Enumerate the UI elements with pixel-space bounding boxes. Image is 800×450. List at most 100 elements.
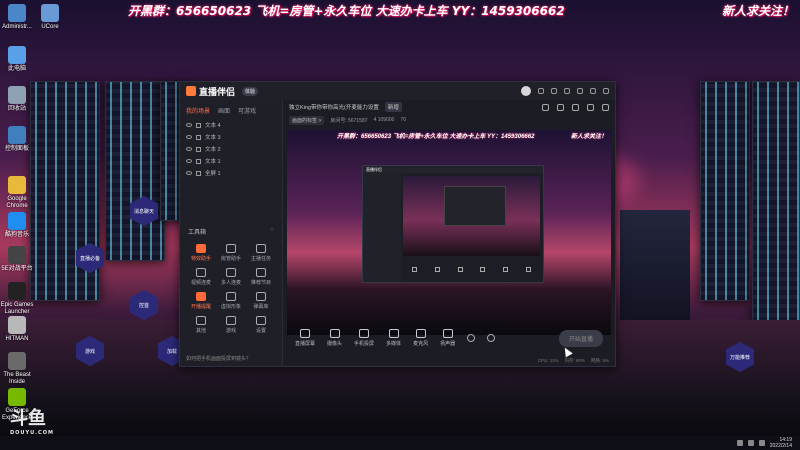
desktop-icon[interactable]: HITMAN xyxy=(0,316,34,343)
version-badge: 体验 xyxy=(242,86,259,96)
room-tag[interactable]: 新增 xyxy=(384,102,402,112)
tab-my-scenes[interactable]: 我的场景 xyxy=(186,106,210,115)
desktop-icon[interactable]: 酷狗音乐 xyxy=(0,212,34,239)
tool-item[interactable]: 多人连麦 xyxy=(216,268,246,286)
settings-icon[interactable] xyxy=(487,334,496,342)
scene-tabs: 我的场景 画面 可游戏 xyxy=(180,100,282,119)
user-avatar[interactable] xyxy=(521,86,531,96)
main-panel: 独立King带你带你高光(开麦能力设置 新增 画面的标签 > 房间号: 5671… xyxy=(283,100,615,366)
app-icon xyxy=(8,246,26,264)
text-icon xyxy=(196,122,201,128)
tool-item[interactable]: 特效助手 xyxy=(186,244,216,262)
source-item[interactable]: 文本 2 xyxy=(180,143,282,155)
viewer-count: 4 109000 xyxy=(373,117,395,123)
tool-item[interactable]: 开播提醒 xyxy=(186,292,216,310)
app-icon xyxy=(8,282,26,300)
text-icon xyxy=(196,146,201,152)
source-item[interactable]: 文本 4 xyxy=(180,119,282,131)
message-icon[interactable] xyxy=(538,88,544,94)
tool-icon xyxy=(196,316,206,325)
maximize-icon[interactable] xyxy=(590,88,596,94)
tool-item[interactable]: 房管助手 xyxy=(216,244,246,262)
tool-icon xyxy=(226,292,236,301)
record-icon[interactable] xyxy=(467,334,476,342)
eye-icon[interactable] xyxy=(186,147,192,151)
notification-icon[interactable] xyxy=(758,440,765,446)
close-icon[interactable] xyxy=(603,88,609,94)
tool-icon xyxy=(256,244,266,253)
taskbar-clock[interactable]: 14:19 2022/2/14 xyxy=(770,437,792,449)
tool-label: 其他 xyxy=(195,328,206,334)
side-footer-hint[interactable]: 如何把手机画面投屏到镜头？ xyxy=(186,355,251,362)
douyu-watermark: 斗鱼 DOUYU.COM xyxy=(10,408,54,436)
tool-label: 推荐节目 xyxy=(250,280,271,286)
network-icon[interactable] xyxy=(736,440,743,446)
desktop-icon[interactable]: 5E对战平台 xyxy=(0,246,34,273)
preview-banner: 开黑群：656650623 飞机=房管+永久车位 大速办卡上车 YY：14593… xyxy=(337,134,607,140)
category-label[interactable]: 画面的标签 > xyxy=(289,115,325,125)
desktop-icon-label: 此电脑 xyxy=(7,66,26,72)
memory-status: 内存: 50% xyxy=(564,358,585,363)
tool-item[interactable]: 其他 xyxy=(186,316,216,334)
tool-item[interactable]: 设置 xyxy=(246,316,276,334)
microphone-button[interactable]: 麦克风 xyxy=(413,329,428,347)
room-title[interactable]: 独立King带你带你高光(开麦能力设置 xyxy=(289,103,379,111)
eye-icon[interactable] xyxy=(186,159,192,163)
share-icon[interactable] xyxy=(572,103,579,111)
desktop-icon[interactable]: Epic Games Launcher xyxy=(0,282,34,316)
tool-item[interactable]: 视频连麦 xyxy=(186,268,216,286)
tab-game[interactable]: 可游戏 xyxy=(238,106,256,115)
speaker-button[interactable]: 扬声器 xyxy=(440,329,455,347)
desktop-icon-label: 回收站 xyxy=(7,106,26,112)
app-icon xyxy=(8,352,26,370)
chat-icon[interactable] xyxy=(557,103,564,111)
source-item[interactable]: 全屏 1 xyxy=(180,167,282,179)
eye-icon[interactable] xyxy=(186,123,192,127)
screen-capture-button[interactable]: 直播屏幕 xyxy=(295,329,315,347)
go-live-button[interactable]: 开始直播 xyxy=(558,329,603,347)
app-title: 直播伴侣 xyxy=(199,86,236,97)
tool-item[interactable]: 游戏 xyxy=(216,316,246,334)
desktop-icon[interactable]: 控制面板 xyxy=(0,126,34,153)
source-item[interactable]: 文本 3 xyxy=(180,131,282,143)
minimize-icon[interactable] xyxy=(577,88,583,94)
desktop-icon[interactable]: 此电脑 xyxy=(0,46,34,73)
room-title-bar: 独立King带你带你高光(开麦能力设置 新增 xyxy=(283,100,615,114)
status-bar: CPU: 11% 内存: 50% 网络: 5% xyxy=(283,358,615,366)
desktop-icon[interactable]: The Beast Inside xyxy=(0,352,34,386)
tool-item[interactable]: 弹幕库 xyxy=(246,292,276,310)
toolbox-more-icon[interactable]: ◌ xyxy=(270,227,274,236)
media-button[interactable]: 多媒体 xyxy=(386,329,401,347)
clock-date: 2022/2/14 xyxy=(769,443,792,449)
tool-label: 设置 xyxy=(255,328,266,334)
tool-label: 多人连麦 xyxy=(220,280,241,286)
volume-icon[interactable] xyxy=(747,440,754,446)
window-titlebar[interactable]: 直播伴侣 体验 xyxy=(180,82,615,100)
tool-item[interactable]: 推荐节目 xyxy=(246,268,276,286)
monitor-icon xyxy=(196,170,201,176)
desktop-icon[interactable]: 回收站 xyxy=(0,86,34,113)
desktop-icon-ucore[interactable]: UCore xyxy=(33,4,67,31)
source-item[interactable]: 文本 1 xyxy=(180,155,282,167)
fullscreen-icon[interactable] xyxy=(602,103,609,111)
menu-icon[interactable] xyxy=(564,88,570,94)
desktop-icon-label: Google Chrome xyxy=(6,196,28,209)
gift-icon[interactable] xyxy=(542,103,549,111)
stream-preview[interactable]: 开黑群：656650623 飞机=房管+永久车位 大速办卡上车 YY：14593… xyxy=(287,130,611,335)
lock-icon[interactable] xyxy=(587,103,594,111)
tool-item[interactable]: 主播任务 xyxy=(246,244,276,262)
settings-icon[interactable] xyxy=(551,88,557,94)
eye-icon[interactable] xyxy=(186,135,192,139)
tool-item[interactable]: 虚拟形象 xyxy=(216,292,246,310)
tool-icon xyxy=(226,316,236,325)
tab-screen[interactable]: 画面 xyxy=(218,106,230,115)
desktop-icon[interactable]: Google Chrome xyxy=(0,176,34,210)
desktop-icon[interactable]: Administr... xyxy=(0,4,34,31)
nested-toolbar xyxy=(403,262,540,276)
app-icon xyxy=(8,126,26,144)
phone-cast-button[interactable]: 手机投屏 xyxy=(354,329,374,347)
banner-right-text: 新人求关注！ xyxy=(721,4,794,18)
eye-icon[interactable] xyxy=(186,171,192,175)
desktop-icon-label: 5E对战平台 xyxy=(1,266,33,272)
camera-button[interactable]: 摄像头 xyxy=(327,329,342,347)
